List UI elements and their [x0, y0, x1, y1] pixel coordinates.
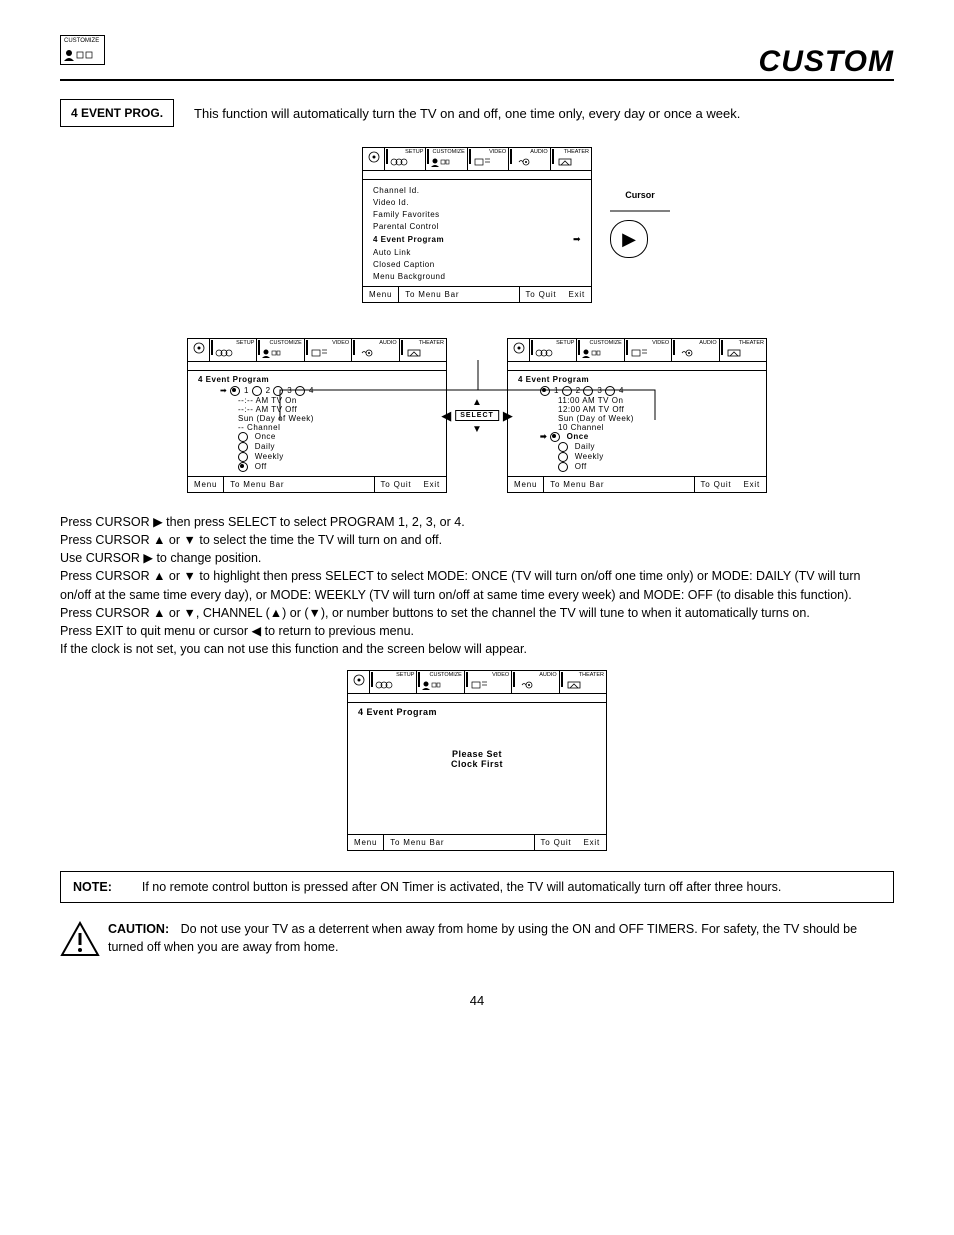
caution-icon [60, 921, 100, 963]
clock-msg1: Please Set [348, 749, 606, 759]
tab-audio: AUDIO [672, 339, 719, 361]
instructions: Press CURSOR ▶ then press SELECT to sele… [60, 513, 894, 658]
left-triangle-icon: ◀ [441, 408, 451, 424]
footer-bar: To Menu Bar [399, 287, 518, 302]
tab-audio: AUDIO [512, 671, 559, 693]
menu-dot-icon [363, 148, 385, 170]
menu-item: Menu Background [373, 270, 581, 282]
select-control: ▲ ◀ SELECT ▶ ▼ [441, 397, 513, 435]
menu-item: Family Favorites [373, 208, 581, 220]
tab-customize: CUSTOMIZE [417, 671, 464, 693]
footer-quit: To Quit [534, 835, 578, 850]
event-panel-right: SETUPCUSTOMIZEVIDEOAUDIOTHEATER 4 Event … [507, 338, 767, 493]
event-panel-left: SETUPCUSTOMIZEVIDEOAUDIOTHEATER 4 Event … [187, 338, 447, 493]
right-triangle-icon: ▶ [503, 408, 513, 424]
footer-quit: To Quit [374, 477, 418, 492]
select-box: SELECT [455, 410, 499, 421]
person-controls-icon [63, 48, 101, 62]
caution-text: Do not use your TV as a deterrent when a… [108, 922, 857, 954]
tab-setup: SETUP [385, 148, 426, 170]
tab-customize: CUSTOMIZE [577, 339, 624, 361]
menu-dot-icon [348, 671, 370, 693]
cursor-label: Cursor [610, 190, 670, 200]
clock-panel: SETUPCUSTOMIZEVIDEOAUDIOTHEATER 4 Event … [347, 670, 607, 851]
caution-row: CAUTION: Do not use your TV as a deterre… [60, 921, 894, 963]
menu-item: Channel Id. [373, 184, 581, 196]
menu-item: Auto Link [373, 246, 581, 258]
tab-audio: AUDIO [352, 339, 399, 361]
down-triangle-icon: ▼ [441, 424, 513, 435]
tab-audio: AUDIO [509, 148, 550, 170]
menu-item: 4 Event Program➡ [373, 232, 581, 246]
cursor-right-icon: ▶ [610, 220, 648, 258]
section-label: 4 EVENT PROG. [60, 99, 174, 127]
footer-exit: Exit [562, 287, 591, 302]
section-desc: This function will automatically turn th… [194, 106, 740, 121]
caution-label: CAUTION: [108, 922, 169, 936]
note-label: NOTE: [73, 880, 112, 894]
tab-video: VIDEO [465, 671, 512, 693]
customize-label: CUSTOMIZE [64, 38, 99, 44]
footer-menu: Menu [188, 477, 224, 492]
tab-theater: THEATER [560, 671, 606, 693]
footer-exit: Exit [417, 477, 446, 492]
tab-setup: SETUP [210, 339, 257, 361]
footer-bar: To Menu Bar [544, 477, 693, 492]
menu-item: Video Id. [373, 196, 581, 208]
menu-item: Parental Control [373, 220, 581, 232]
note-box: NOTE: If no remote control button is pre… [60, 871, 894, 903]
tab-customize: CUSTOMIZE [426, 148, 467, 170]
footer-menu: Menu [508, 477, 544, 492]
tab-customize: CUSTOMIZE [257, 339, 304, 361]
footer-quit: To Quit [519, 287, 563, 302]
tab-video: VIDEO [305, 339, 352, 361]
footer-exit: Exit [737, 477, 766, 492]
footer-exit: Exit [577, 835, 606, 850]
menu-dot-icon [188, 339, 210, 361]
menu-item: Closed Caption [373, 258, 581, 270]
tab-setup: SETUP [370, 671, 417, 693]
tab-theater: THEATER [400, 339, 446, 361]
clock-msg2: Clock First [348, 759, 606, 769]
tab-video: VIDEO [625, 339, 672, 361]
clock-title: 4 Event Program [358, 707, 596, 717]
cursor-line [610, 206, 670, 216]
tab-setup: SETUP [530, 339, 577, 361]
footer-menu: Menu [363, 287, 399, 302]
note-text: If no remote control button is pressed a… [142, 880, 781, 894]
footer-bar: To Menu Bar [384, 835, 533, 850]
tab-video: VIDEO [468, 148, 509, 170]
page-number: 44 [60, 993, 894, 1008]
tab-theater: THEATER [551, 148, 591, 170]
customize-menu-panel: SETUPCUSTOMIZEVIDEOAUDIOTHEATER Channel … [362, 147, 592, 303]
up-triangle-icon: ▲ [441, 397, 513, 408]
footer-bar: To Menu Bar [224, 477, 373, 492]
customize-icon-box: CUSTOMIZE [60, 35, 105, 65]
cursor-callout: Cursor ▶ [610, 190, 670, 258]
page-title: CUSTOM [60, 45, 894, 81]
footer-menu: Menu [348, 835, 384, 850]
footer-quit: To Quit [694, 477, 738, 492]
menu-dot-icon [508, 339, 530, 361]
tab-theater: THEATER [720, 339, 766, 361]
